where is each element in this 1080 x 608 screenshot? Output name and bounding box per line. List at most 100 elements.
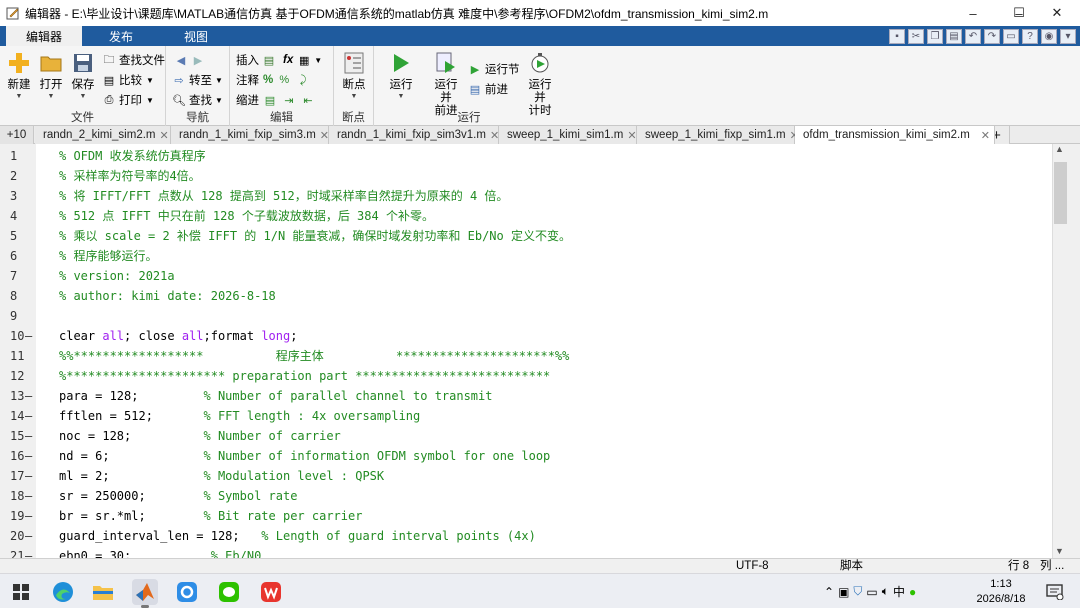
code-line[interactable]: para = 128; % Number of parallel channel… xyxy=(59,386,492,406)
security-shield-icon[interactable]: ⛉ xyxy=(853,584,862,599)
breakpoint-marker[interactable]: — xyxy=(25,446,32,466)
tab-editor[interactable]: 编辑器 xyxy=(6,26,82,46)
code-line[interactable]: %********************** preparation part… xyxy=(59,366,550,386)
code-line[interactable]: nd = 6; % Number of information OFDM sym… xyxy=(59,446,550,466)
new-button[interactable]: 新建 ▼ xyxy=(4,51,34,100)
paste-qat-icon[interactable]: ▤ xyxy=(946,28,962,44)
increase-indent-icon[interactable]: ⇥ xyxy=(282,93,296,107)
scroll-down-icon[interactable]: ▼ xyxy=(1055,546,1064,556)
code-line[interactable]: ml = 2; % Modulation level : QPSK xyxy=(59,466,384,486)
fx-button[interactable]: fx xyxy=(283,54,293,66)
search-docs-qat-icon[interactable]: ◉ xyxy=(1041,28,1057,44)
code-line[interactable]: % 采样率为符号率的4倍。 xyxy=(59,166,201,186)
breakpoint-marker[interactable]: — xyxy=(25,486,32,506)
redo-qat-icon[interactable]: ↷ xyxy=(984,28,1000,44)
chevron-up-icon[interactable]: ⌃ xyxy=(824,585,834,599)
close-tab-icon[interactable]: ✕ xyxy=(627,129,636,142)
find-button[interactable]: 🔍︎ 查找 ▼ xyxy=(172,91,223,109)
code-line[interactable]: % 乘以 scale = 2 补偿 IFFT 的 1/N 能量衰减，确保时域发射… xyxy=(59,226,571,246)
tab-view[interactable]: 视图 xyxy=(160,26,232,46)
doc-tab[interactable]: sweep_1_kimi_fixp_sim1.m✕ xyxy=(637,126,799,144)
breakpoints-button[interactable]: 断点 ▼ xyxy=(339,51,369,100)
code-line[interactable]: ebn0 = 30; % Eb/N0 xyxy=(59,546,261,558)
smart-indent-icon[interactable]: ▤ xyxy=(263,93,277,107)
code-area[interactable]: % OFDM 收发系统仿真程序 % 采样率为符号率的4倍。 % 将 IFFT/FFT… xyxy=(36,144,1052,558)
more-tabs-button[interactable]: +10 xyxy=(0,126,34,144)
breakpoint-marker[interactable]: — xyxy=(25,526,32,546)
matlab-icon[interactable] xyxy=(132,579,158,608)
run-section-button[interactable]: ▶ 运行节 xyxy=(468,60,520,78)
copy-qat-icon[interactable]: ❐ xyxy=(927,28,943,44)
code-line[interactable]: fftlen = 512; % FFT length : 4x oversamp… xyxy=(59,406,420,426)
code-line[interactable]: % author: kimi date: 2026-8-18 xyxy=(59,286,276,306)
wechat-icon[interactable] xyxy=(216,579,242,605)
notification-icon[interactable] xyxy=(1044,579,1066,605)
code-line[interactable]: guard_interval_len = 128; % Length of gu… xyxy=(59,526,536,546)
breakpoint-marker[interactable]: — xyxy=(25,406,32,426)
function-browser-icon[interactable]: ▦ xyxy=(297,53,311,67)
compare-button[interactable]: ▤ 比较 ▼ xyxy=(102,71,154,89)
close-button[interactable]: ✕ xyxy=(1034,0,1080,26)
vertical-scrollbar[interactable]: ▲ ▼ xyxy=(1052,144,1068,558)
windows-start-icon[interactable] xyxy=(8,579,34,605)
run-and-advance-button[interactable]: 运行并 前进 xyxy=(430,51,462,118)
advance-button[interactable]: ▤ 前进 xyxy=(468,80,508,98)
doc-tab[interactable]: ofdm_transmission_kimi_sim2.m ✕ xyxy=(795,126,995,144)
code-line[interactable]: noc = 128; % Number of carrier xyxy=(59,426,341,446)
close-tab-icon[interactable]: ✕ xyxy=(490,129,499,142)
cut-qat-icon[interactable]: ✂ xyxy=(908,28,924,44)
breakpoint-marker[interactable]: — xyxy=(25,506,32,526)
tray-app-icon[interactable]: ▣ xyxy=(838,585,849,599)
code-line[interactable]: % 程序能够运行。 xyxy=(59,246,157,266)
blue-app-icon[interactable] xyxy=(174,579,200,605)
run-button[interactable]: 运行 ▼ xyxy=(386,51,416,100)
doc-tab[interactable]: randn_1_kimi_fxip_sim3.m ✕ xyxy=(171,126,329,144)
find-files-button[interactable]: 🗀 查找文件 xyxy=(102,51,166,69)
scrollbar-thumb[interactable] xyxy=(1054,162,1067,224)
ime-indicator[interactable]: 中 xyxy=(893,583,905,600)
help-qat-icon[interactable]: ? xyxy=(1022,28,1038,44)
scroll-up-icon[interactable]: ▲ xyxy=(1055,144,1064,154)
code-line[interactable]: clear all; close all;format long; xyxy=(59,326,297,346)
code-line[interactable]: % OFDM 收发系统仿真程序 xyxy=(59,146,206,166)
switch-windows-qat-icon[interactable]: ▭ xyxy=(1003,28,1019,44)
undo-qat-icon[interactable]: ↶ xyxy=(965,28,981,44)
code-line[interactable]: br = sr.*ml; % Bit rate per carrier xyxy=(59,506,362,526)
close-tab-icon[interactable]: ✕ xyxy=(160,129,169,142)
forward-arrow-icon[interactable]: ▶ xyxy=(191,53,205,67)
doc-tab[interactable]: randn_2_kimi_sim2.m ✕ xyxy=(35,126,171,144)
breakpoint-marker[interactable]: — xyxy=(25,326,32,346)
wps-icon[interactable] xyxy=(258,579,284,605)
edge-browser-icon[interactable] xyxy=(50,579,76,605)
battery-icon[interactable]: ▭ xyxy=(866,585,877,599)
save-button[interactable]: 保存 ▼ xyxy=(68,51,98,100)
code-line[interactable]: %%****************** 程序主体 **************… xyxy=(59,346,569,366)
minimize-button-alt[interactable]: – xyxy=(950,0,996,26)
print-button[interactable]: ⎙ 打印 ▼ xyxy=(102,91,154,109)
options-qat-icon[interactable]: ▾ xyxy=(1060,28,1076,44)
run-and-time-button[interactable]: 运行并 计时 xyxy=(524,51,556,118)
file-explorer-icon[interactable] xyxy=(90,579,116,605)
breakpoint-marker[interactable]: — xyxy=(25,426,32,446)
decrease-indent-icon[interactable]: ⇤ xyxy=(301,93,315,107)
save-qat-icon[interactable]: ▪ xyxy=(889,28,905,44)
back-arrow-icon[interactable]: ◀ xyxy=(174,53,188,67)
open-button[interactable]: 打开 ▼ xyxy=(36,51,66,100)
breakpoint-marker[interactable]: — xyxy=(25,386,32,406)
comment-button[interactable]: 注释 % % ⤸ xyxy=(236,71,313,89)
green-tray-icon[interactable]: ● xyxy=(909,585,916,599)
code-line[interactable]: % 512 点 IFFT 中只在前 128 个子载波放数据，后 384 个补零。 xyxy=(59,206,434,226)
goto-button[interactable]: ⇨ 转至 ▼ xyxy=(172,71,223,89)
breakpoint-marker[interactable]: — xyxy=(25,466,32,486)
wrap-comments-icon[interactable]: ⤸ xyxy=(296,73,310,87)
speaker-icon[interactable]: 🔈︎ xyxy=(882,584,889,599)
code-line[interactable]: sr = 250000; % Symbol rate xyxy=(59,486,297,506)
comment-percent-icon[interactable]: % xyxy=(263,74,273,86)
code-editor[interactable]: 1 2 3 4 5 6 7 8 9 10—11 12 13—14—15—16—17—18—19—20—… xyxy=(0,144,1052,563)
indent-button[interactable]: 缩进 ▤ ⇥ ⇤ xyxy=(236,91,318,109)
doc-tab[interactable]: randn_1_kimi_fxip_sim3v1.m ✕ xyxy=(329,126,499,144)
uncomment-icon[interactable]: % xyxy=(277,73,291,87)
close-tab-icon[interactable]: ✕ xyxy=(981,129,990,142)
code-line[interactable]: % 将 IFFT/FFT 点数从 128 提高到 512，时域采样率自然提升为原… xyxy=(59,186,508,206)
clock[interactable]: 1:13 2026/8/18 xyxy=(970,577,1032,607)
